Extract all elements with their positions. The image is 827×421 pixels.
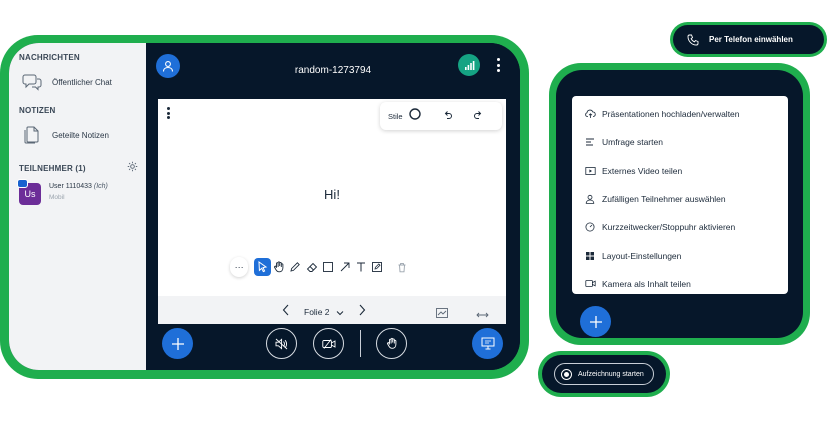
presentation-whiteboard[interactable]: Stile Hi! ··· Folie 2: [158, 99, 506, 324]
style-label: Stile: [388, 111, 403, 121]
hand-icon: [386, 337, 396, 349]
participant-name-text: User 1110433: [49, 183, 92, 190]
menu-item-label: Kurzzeitwecker/Stoppuhr aktivieren: [602, 222, 736, 233]
participant-you-label: (Ich): [93, 183, 108, 190]
previous-slide-icon[interactable]: [282, 303, 290, 321]
presentation-icon: [481, 337, 494, 350]
video-icon: [584, 165, 596, 177]
whiteboard-menu-button[interactable]: [166, 107, 170, 119]
top-bar: random-1273794: [146, 43, 520, 95]
menu-item-upload-presentations[interactable]: Präsentationen hochladen/verwalten: [572, 100, 788, 128]
raise-hand-button[interactable]: [376, 328, 407, 359]
meeting-area: random-1273794 Stile Hi! ··· Folie 2: [146, 43, 520, 370]
gear-icon[interactable]: [127, 159, 138, 177]
notes-icon: [21, 125, 43, 145]
redo-icon[interactable]: [473, 107, 483, 125]
signal-icon: [464, 60, 474, 70]
phone-dial-in-button[interactable]: Per Telefon einwählen: [673, 25, 824, 54]
menu-item-label: Layout-Einstellungen: [602, 250, 682, 261]
main-screen: NACHRICHTEN Öffentlicher Chat NOTIZEN Ge…: [9, 43, 520, 370]
menu-item-random-participant[interactable]: Zufälligen Teilnehmer auswählen: [572, 185, 788, 213]
menu-item-timer[interactable]: Kurzzeitwecker/Stoppuhr aktivieren: [572, 213, 788, 241]
notes-heading: NOTIZEN: [19, 106, 56, 115]
options-menu-button[interactable]: [496, 58, 500, 72]
phone-dial-in-label: Per Telefon einwählen: [709, 35, 793, 44]
menu-item-layout-settings[interactable]: Layout-Einstellungen: [572, 241, 788, 269]
slide-controls: Folie 2: [282, 303, 366, 321]
hand-tool-icon[interactable]: [271, 258, 287, 276]
actions-plus-button[interactable]: [162, 328, 193, 359]
note-tool-icon[interactable]: [369, 258, 385, 276]
participant-status: Mobil: [49, 194, 65, 201]
menu-item-label: Externes Video teilen: [602, 165, 683, 176]
text-tool-icon[interactable]: [353, 258, 369, 276]
recording-container: Aufzeichnung starten: [542, 355, 666, 393]
actions-plus-button[interactable]: [580, 306, 611, 337]
phone-dial-in-frame: Per Telefon einwählen: [670, 22, 827, 57]
start-recording-button[interactable]: Aufzeichnung starten: [554, 363, 654, 385]
sidebar: NACHRICHTEN Öffentlicher Chat NOTIZEN Ge…: [9, 43, 146, 370]
video-button[interactable]: [313, 328, 344, 359]
main-device-frame: NACHRICHTEN Öffentlicher Chat NOTIZEN Ge…: [0, 35, 529, 379]
sidebar-item-shared-notes[interactable]: Geteilte Notizen: [21, 125, 146, 145]
menu-item-label: Präsentationen hochladen/verwalten: [602, 109, 740, 120]
record-icon: [561, 368, 572, 380]
public-chat-label: Öffentlicher Chat: [52, 77, 112, 87]
chat-icon: [21, 72, 43, 92]
undo-icon[interactable]: [443, 107, 453, 125]
trash-icon[interactable]: [394, 258, 410, 276]
speaker-icon: [275, 337, 288, 350]
actions-device-frame: Präsentationen hochladen/verwalten Umfra…: [549, 63, 810, 345]
mobile-badge-icon: [17, 179, 28, 188]
participants-heading: TEILNEHMER (1): [19, 163, 86, 173]
drawing-toolbar: ···: [230, 256, 410, 278]
menu-item-label: Umfrage starten: [602, 137, 663, 148]
canvas-text: Hi!: [324, 187, 340, 202]
slide-label[interactable]: Folie 2: [304, 307, 330, 317]
shared-notes-label: Geteilte Notizen: [52, 130, 109, 140]
menu-item-camera-as-content[interactable]: Kamera als Inhalt teilen: [572, 270, 788, 298]
menu-item-label: Kamera als Inhalt teilen: [602, 278, 691, 289]
pencil-tool-icon[interactable]: [287, 258, 303, 276]
camera-off-icon: [321, 338, 335, 349]
plus-icon: [589, 315, 602, 328]
participant-row[interactable]: Us User 1110433 (Ich) Mobil: [17, 179, 146, 205]
start-recording-label: Aufzeichnung starten: [578, 370, 644, 378]
arrow-tool-icon[interactable]: [336, 258, 352, 276]
timer-icon: [584, 221, 596, 233]
connection-status-button[interactable]: [458, 54, 480, 76]
more-tools-button[interactable]: ···: [230, 257, 249, 277]
sidebar-item-public-chat[interactable]: Öffentlicher Chat: [21, 72, 146, 92]
plus-icon: [171, 337, 184, 350]
actions-screen: Präsentationen hochladen/verwalten Umfra…: [556, 70, 803, 338]
layout-icon: [584, 250, 596, 262]
menu-item-share-external-video[interactable]: Externes Video teilen: [572, 157, 788, 185]
actions-menu: Präsentationen hochladen/verwalten Umfra…: [572, 96, 788, 294]
phone-icon: [687, 34, 699, 45]
bottom-controls: [146, 320, 520, 370]
select-tool-icon[interactable]: [254, 258, 271, 276]
eraser-tool-icon[interactable]: [304, 258, 320, 276]
avatar: Us: [17, 179, 41, 205]
avatar-initials: Us: [24, 189, 36, 199]
rectangle-tool-icon[interactable]: [320, 258, 336, 276]
camera-icon: [584, 278, 596, 290]
menu-item-start-poll[interactable]: Umfrage starten: [572, 128, 788, 156]
next-slide-icon[interactable]: [358, 303, 366, 321]
controls-divider: [360, 330, 361, 357]
color-circle-icon[interactable]: [408, 107, 421, 125]
poll-icon: [584, 136, 596, 148]
menu-item-label: Zufälligen Teilnehmer auswählen: [602, 194, 726, 205]
messages-heading: NACHRICHTEN: [19, 53, 80, 62]
style-toolbar: Stile: [380, 102, 502, 130]
presentation-toggle-button[interactable]: [472, 328, 503, 359]
upload-icon: [584, 108, 596, 120]
recording-frame: Aufzeichnung starten: [538, 351, 670, 397]
user-icon: [584, 193, 596, 205]
participant-name: User 1110433 (Ich): [49, 183, 108, 190]
audio-button[interactable]: [266, 328, 297, 359]
chevron-down-icon[interactable]: [336, 303, 344, 321]
